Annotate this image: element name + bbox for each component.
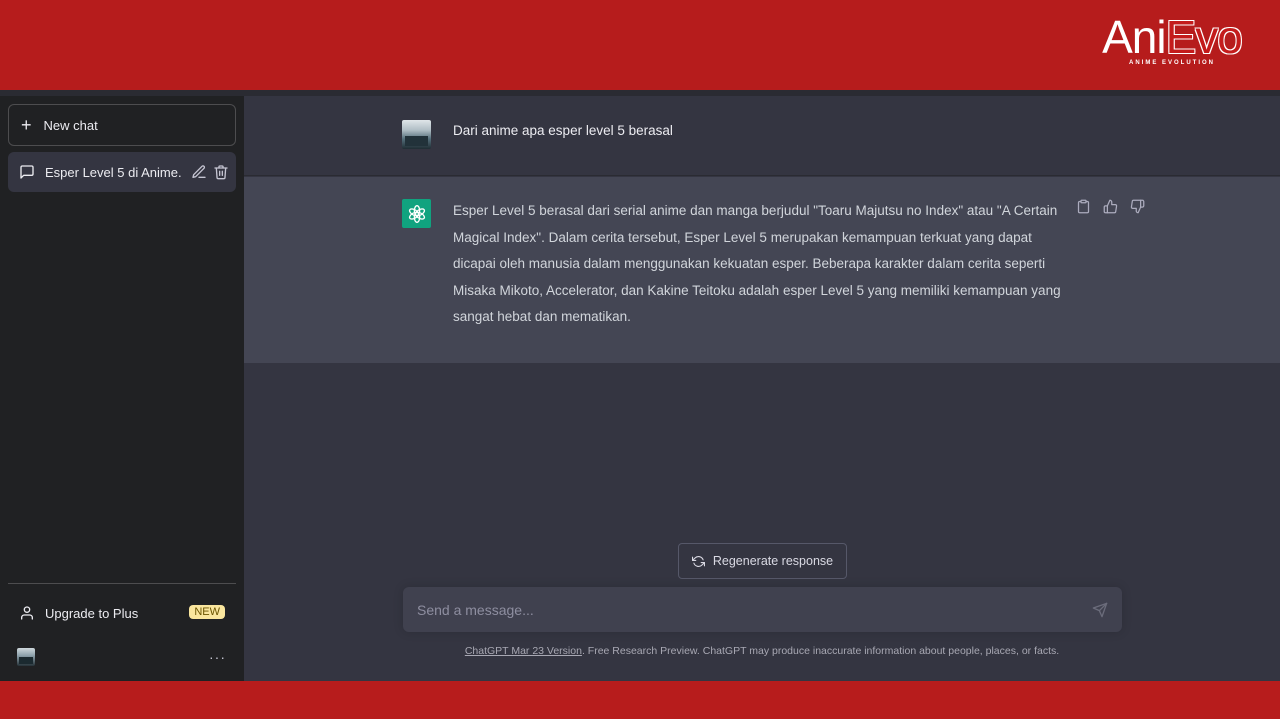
disclaimer-footer: ChatGPT Mar 23 Version. Free Research Pr… <box>244 645 1280 657</box>
chat-app-window: + New chat Esper Level 5 di Anime. Upgra… <box>0 90 1280 681</box>
conversation-title: Esper Level 5 di Anime. <box>45 164 181 180</box>
more-options-icon[interactable]: ··· <box>209 649 226 665</box>
thumbs-down-icon[interactable] <box>1130 199 1145 214</box>
user-icon <box>21 606 33 620</box>
regenerate-response-button[interactable]: Regenerate response <box>678 543 847 579</box>
thumbs-up-icon[interactable] <box>1103 199 1118 214</box>
plus-icon: + <box>21 115 32 135</box>
send-icon[interactable] <box>1092 602 1108 618</box>
message-actions <box>1076 199 1145 214</box>
conversation-item[interactable]: Esper Level 5 di Anime. <box>8 152 236 192</box>
logo-accent-text: Evo <box>1165 11 1243 63</box>
refresh-icon <box>691 555 705 567</box>
avatar <box>17 648 35 666</box>
account-menu[interactable]: ··· <box>8 641 236 673</box>
top-banner: AniEvo ANIME EVOLUTION <box>0 0 1280 90</box>
upgrade-to-plus-button[interactable]: Upgrade to Plus NEW <box>8 596 236 630</box>
chat-bubble-icon <box>20 165 34 179</box>
upgrade-label: Upgrade to Plus <box>45 605 139 621</box>
edit-icon[interactable] <box>191 164 207 180</box>
assistant-message-text: Esper Level 5 berasal dari serial anime … <box>453 203 1061 324</box>
chat-main: Dari anime apa esper level 5 berasal Esp… <box>244 96 1280 681</box>
assistant-avatar <box>402 199 431 228</box>
sidebar-divider <box>8 583 236 584</box>
logo-main-text: Ani <box>1102 11 1166 63</box>
user-message-row: Dari anime apa esper level 5 berasal <box>244 96 1280 176</box>
copy-icon[interactable] <box>1076 199 1091 214</box>
anievo-logo: AniEvo ANIME EVOLUTION <box>1092 12 1252 74</box>
trash-icon[interactable] <box>213 164 229 180</box>
disclaimer-text: . Free Research Preview. ChatGPT may pro… <box>581 645 1060 657</box>
new-chat-label: New chat <box>43 117 98 133</box>
message-composer <box>403 587 1122 632</box>
bottom-banner <box>0 681 1280 719</box>
user-message-text: Dari anime apa esper level 5 berasal <box>453 123 673 138</box>
new-chat-button[interactable]: + New chat <box>8 104 236 146</box>
message-input[interactable] <box>417 599 1077 621</box>
sidebar: + New chat Esper Level 5 di Anime. Upgra… <box>0 96 244 681</box>
regenerate-label: Regenerate response <box>712 554 834 568</box>
new-badge: NEW <box>189 605 225 619</box>
assistant-message-row: Esper Level 5 berasal dari serial anime … <box>244 177 1280 363</box>
user-avatar <box>402 120 431 149</box>
openai-logo-icon <box>408 204 425 223</box>
version-link[interactable]: ChatGPT Mar 23 Version <box>465 645 582 657</box>
